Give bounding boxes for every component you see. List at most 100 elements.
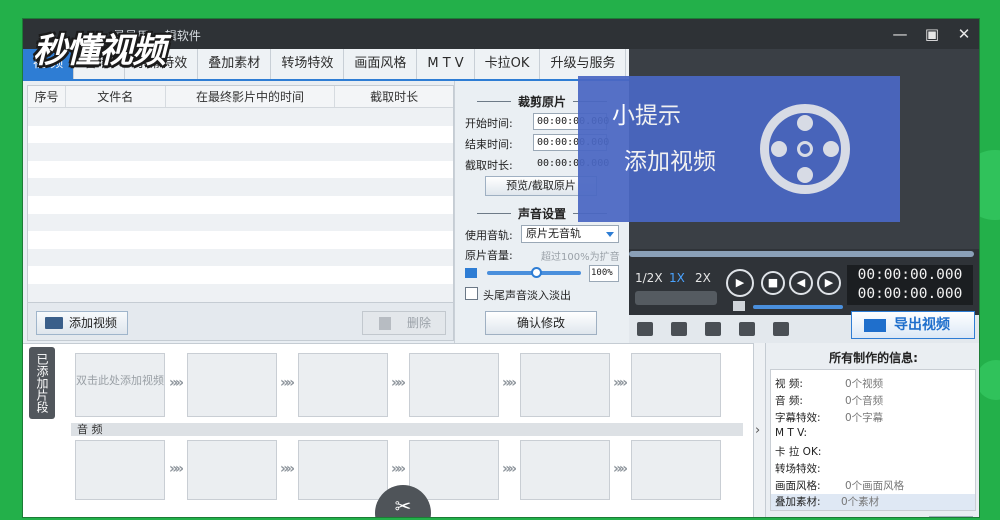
timeline-slot[interactable] bbox=[631, 353, 721, 417]
save-icon[interactable] bbox=[705, 322, 721, 336]
tab-style[interactable]: 画面风格 bbox=[344, 49, 418, 79]
arrow-icon: »» bbox=[280, 461, 295, 477]
arrow-icon: »» bbox=[280, 375, 295, 391]
trash-icon bbox=[379, 317, 391, 330]
info-row-style: 画面风格: 0个画面风格 bbox=[775, 480, 905, 492]
share-icon[interactable] bbox=[773, 322, 789, 336]
close-icon[interactable]: ✕ bbox=[951, 23, 977, 45]
volume-hint: 超过100%为扩音 bbox=[541, 252, 620, 263]
audio-slot[interactable] bbox=[631, 440, 721, 500]
total-time: 00:00:00.000 bbox=[857, 286, 963, 302]
snapshot-icon[interactable] bbox=[637, 322, 653, 336]
arrow-icon: »» bbox=[502, 375, 517, 391]
delete-button[interactable]: 删除 bbox=[362, 311, 446, 335]
tab-upgrade[interactable]: 升级与服务 bbox=[540, 49, 627, 79]
volume-value[interactable]: 100% bbox=[589, 265, 619, 282]
track-label: 使用音轨: bbox=[465, 229, 513, 242]
info-row-transition: 转场特效: bbox=[775, 463, 821, 475]
audio-slot[interactable] bbox=[298, 440, 388, 500]
arrow-icon: »» bbox=[391, 461, 406, 477]
info-row-karaoke: 卡 拉 OK: bbox=[775, 446, 822, 458]
add-video-label: 添加视频 bbox=[69, 316, 118, 330]
table-body bbox=[28, 108, 453, 302]
export-label: 导出视频 bbox=[894, 317, 950, 333]
audio-track-label: 音 频 bbox=[71, 423, 743, 436]
time-display: 00:00:00.000 00:00:00.000 bbox=[847, 265, 973, 305]
speed-2x-button[interactable]: 2X bbox=[695, 271, 711, 285]
arrow-icon: »» bbox=[613, 461, 628, 477]
chevron-right-icon: › bbox=[755, 423, 761, 438]
delete-label: 删除 bbox=[407, 316, 432, 330]
info-row-subtitle: 字幕特效: 0个字幕 bbox=[775, 412, 884, 424]
detail-button[interactable]: 详细 bbox=[929, 516, 973, 517]
tab-transitions[interactable]: 转场特效 bbox=[271, 49, 345, 79]
folder-icon[interactable] bbox=[671, 322, 687, 336]
info-list: 视 频: 0个视频 音 频: 0个音频 字幕特效: 0个字幕 M T V: 卡 拉 O… bbox=[770, 369, 976, 517]
arrow-icon: »» bbox=[613, 375, 628, 391]
info-row-mtv: M T V: bbox=[775, 427, 808, 439]
panel-collapse-handle[interactable]: › bbox=[753, 343, 765, 517]
timeline-slot[interactable] bbox=[298, 353, 388, 417]
volume-slider-thumb[interactable] bbox=[531, 267, 542, 278]
end-time-label: 结束时间: bbox=[465, 138, 513, 151]
app-window: 最易用… 辑软件 — ▣ ✕ 视 频 音 频 字幕特效 叠加素材 转场特效 画面… bbox=[22, 18, 980, 518]
tip-title: 小提示 bbox=[612, 103, 681, 129]
film-reel-icon bbox=[760, 104, 850, 194]
help-icon[interactable] bbox=[739, 322, 755, 336]
speaker-icon bbox=[465, 268, 477, 278]
timeline-slot[interactable] bbox=[187, 353, 277, 417]
seek-bar[interactable] bbox=[629, 251, 974, 257]
maximize-icon[interactable]: ▣ bbox=[919, 23, 945, 45]
info-panel: 所有制作的信息: 视 频: 0个视频 音 频: 0个音频 字幕特效: 0个字幕 M T… bbox=[765, 343, 979, 517]
duration-label: 截取时长: bbox=[465, 159, 513, 172]
audio-slot[interactable] bbox=[75, 440, 165, 500]
track-select-value: 原片无音轨 bbox=[526, 227, 581, 240]
tab-mtv[interactable]: M T V bbox=[417, 49, 475, 79]
confirm-button[interactable]: 确认修改 bbox=[485, 311, 597, 335]
chevron-down-icon bbox=[606, 232, 614, 237]
stop-icon[interactable]: ■ bbox=[761, 271, 785, 295]
export-video-button[interactable]: 导出视频 bbox=[851, 311, 975, 339]
start-time-label: 开始时间: bbox=[465, 117, 513, 130]
next-frame-icon[interactable]: ▶ bbox=[817, 271, 841, 295]
info-row-video: 视 频: 0个视频 bbox=[775, 378, 884, 390]
tab-karaoke[interactable]: 卡拉OK bbox=[475, 49, 541, 79]
arrow-icon: »» bbox=[169, 461, 184, 477]
speed-1x-button[interactable]: 1X bbox=[669, 271, 685, 285]
info-row-overlay[interactable]: 叠加素材: 0个素材 bbox=[771, 494, 975, 510]
timeline-slot[interactable] bbox=[520, 353, 610, 417]
arrow-icon: »» bbox=[391, 375, 406, 391]
title-bar: 最易用… 辑软件 — ▣ ✕ bbox=[23, 19, 979, 49]
tip-text: 添加视频 bbox=[624, 149, 716, 175]
file-list-toolbar: 添加视频 删除 bbox=[27, 303, 454, 341]
play-icon[interactable]: ▶ bbox=[726, 269, 754, 297]
minimize-icon[interactable]: — bbox=[887, 23, 913, 45]
timeline-slot[interactable] bbox=[409, 353, 499, 417]
watermark-logo: 秒懂视频 bbox=[33, 31, 166, 71]
fade-label: 头尾声音淡入淡出 bbox=[483, 289, 571, 302]
added-clips-tab[interactable]: 已添加片段 bbox=[29, 347, 55, 419]
current-time: 00:00:00.000 bbox=[857, 267, 963, 283]
column-header: 序号 bbox=[28, 86, 66, 107]
info-row-audio: 音 频: 0个音频 bbox=[775, 395, 884, 407]
audio-slot[interactable] bbox=[520, 440, 610, 500]
audio-slot[interactable] bbox=[409, 440, 499, 500]
column-header: 文件名 bbox=[66, 86, 166, 107]
file-list-table[interactable]: 序号 文件名 在最终影片中的时间 截取时长 bbox=[27, 85, 454, 303]
column-header: 在最终影片中的时间 bbox=[166, 86, 336, 107]
fade-checkbox[interactable] bbox=[465, 287, 478, 300]
previous-frame-icon[interactable]: ◀ bbox=[789, 271, 813, 295]
player-volume-slider[interactable] bbox=[753, 305, 843, 309]
speed-half-button[interactable]: 1/2X bbox=[635, 271, 663, 285]
film-icon bbox=[45, 317, 63, 329]
add-video-slot[interactable]: 双击此处添加视频 bbox=[75, 353, 165, 417]
speed-slider[interactable] bbox=[635, 291, 717, 305]
tab-overlay[interactable]: 叠加素材 bbox=[198, 49, 272, 79]
arrow-icon: »» bbox=[169, 375, 184, 391]
add-video-button[interactable]: 添加视频 bbox=[36, 311, 128, 335]
audio-slot[interactable] bbox=[187, 440, 277, 500]
track-select[interactable]: 原片无音轨 bbox=[521, 225, 619, 243]
volume-label: 原片音量: bbox=[465, 249, 513, 262]
export-icon bbox=[864, 319, 886, 332]
volume-icon bbox=[733, 301, 745, 311]
